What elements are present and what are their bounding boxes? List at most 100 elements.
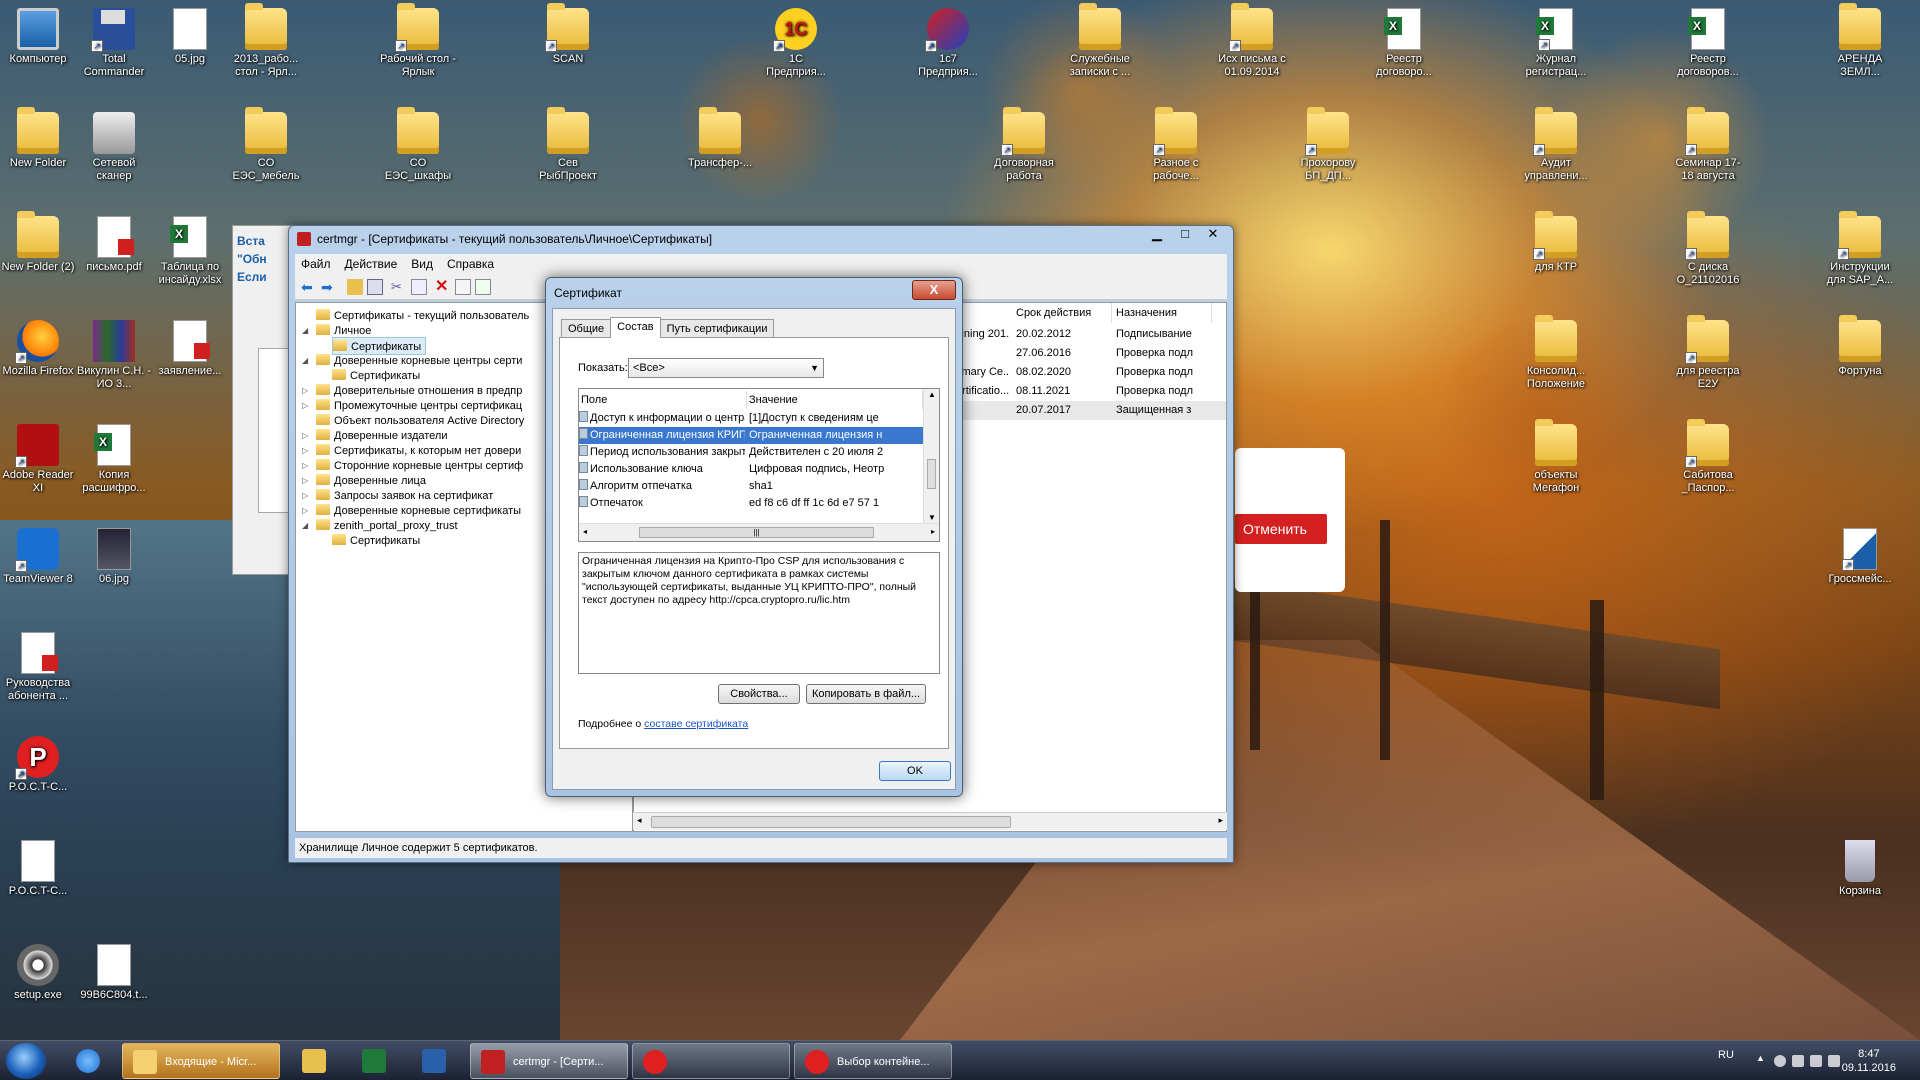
desktop-icon-rost-1[interactable]: P ↗ P.O.C.T-C...	[0, 736, 76, 794]
menu-view[interactable]: Вид	[411, 254, 433, 274]
scroll-up-icon[interactable]: ▲	[928, 390, 936, 399]
desktop-icon-transfer[interactable]: Трансфер-...	[682, 107, 758, 170]
desktop-icon-rost-2[interactable]: P.O.C.T-C...	[0, 840, 76, 898]
desktop-icon-prohorovu[interactable]: ↗ Прохорову БП_ДП...	[1290, 107, 1366, 183]
tab-certification-path[interactable]: Путь сертификации	[659, 319, 775, 337]
desktop-icon-insider-table[interactable]: Таблица по инсайду.xlsx	[152, 216, 228, 287]
desktop-icon-reestr-dogovorov-1[interactable]: Реестр договоро...	[1366, 8, 1442, 79]
desktop-icon-rukovodstva[interactable]: Руководства абонента ...	[0, 632, 76, 703]
desktop-icon-pismo-pdf[interactable]: письмо.pdf	[76, 216, 152, 274]
list-item[interactable]: Доступ к информации о центрах се...[1]До…	[579, 410, 923, 427]
copy-to-file-button[interactable]: Копировать в файл...	[806, 684, 926, 704]
desktop-icon-new-folder-2[interactable]: New Folder (2)	[0, 211, 76, 274]
desktop-icon-dlya-ktr[interactable]: ↗ для КТР	[1518, 211, 1594, 274]
scrollbar-thumb[interactable]: |||	[639, 527, 874, 538]
certificate-details-link[interactable]: составе сертификата	[644, 718, 748, 730]
scrollbar-thumb[interactable]	[927, 459, 936, 489]
tree-item-zenith-certificates[interactable]: Сертификаты	[332, 532, 420, 550]
desktop-icon-vikulin-archive[interactable]: Викулин С.Н. - ИО 3...	[76, 320, 152, 391]
desktop-icon-total-commander[interactable]: ↗ Total Commander	[76, 8, 152, 79]
export-icon[interactable]	[475, 279, 491, 295]
grid-vertical-scrollbar[interactable]: ▲ ▼	[923, 389, 939, 523]
volume-icon[interactable]	[1828, 1055, 1840, 1067]
tray-expand-icon[interactable]: ▲	[1756, 1053, 1765, 1063]
taskbar-rost-app[interactable]	[632, 1043, 790, 1079]
flag-icon[interactable]	[1792, 1055, 1804, 1067]
taskbar-excel[interactable]	[346, 1043, 404, 1079]
taskbar-certmgr[interactable]: certmgr - [Серти...	[470, 1043, 628, 1079]
desktop-icon-2013-rabochiy[interactable]: 2013_рабо... стол - Ярл...	[228, 3, 304, 79]
menu-file[interactable]: Файл	[301, 254, 331, 274]
cut-icon[interactable]: ✂	[391, 279, 407, 295]
scroll-left-icon[interactable]: ◂	[637, 815, 642, 826]
desktop-icon-1c[interactable]: 1С ↗ 1С Предприя...	[758, 8, 834, 79]
clock[interactable]: 8:47 09.11.2016	[1842, 1047, 1896, 1075]
forward-icon[interactable]: ➡	[321, 279, 337, 295]
column-header-purpose[interactable]: Назначения	[1112, 303, 1212, 323]
desktop-icon-sabitova[interactable]: ↗ Сабитова _Паспор...	[1670, 419, 1746, 495]
desktop-icon-sluzhebnye[interactable]: Служебные записки с ...	[1062, 3, 1138, 79]
list-horizontal-scrollbar[interactable]: ◂ ▸	[633, 812, 1227, 830]
menu-action[interactable]: Действие	[345, 254, 398, 274]
desktop-icon-konsolid[interactable]: Консолид... Положение	[1518, 315, 1594, 391]
desktop-icon-dlya-reestra[interactable]: ↗ для реестра E2У	[1670, 315, 1746, 391]
desktop-icon-raznoe[interactable]: ↗ Разное с рабоче...	[1138, 107, 1214, 183]
grid-horizontal-scrollbar[interactable]: ◂ ||| ▸	[579, 523, 939, 541]
list-item[interactable]: Использование ключа Цифровая подпись, Нео…	[579, 461, 923, 478]
desktop-icon-rabochiy-stol[interactable]: ↗ Рабочий стол - Ярлык	[380, 3, 456, 79]
desktop-icon-computer[interactable]: Компьютер	[0, 8, 76, 66]
desktop-icon-co-mebel[interactable]: CO ЕЭС_мебель	[228, 107, 304, 183]
desktop-icon-06jpg[interactable]: 06.jpg	[76, 528, 152, 586]
list-item[interactable]: Период использования закрытого ...Действ…	[579, 444, 923, 461]
desktop-icon-arenda[interactable]: АРЕНДА ЗЕМЛ...	[1822, 3, 1898, 79]
language-indicator[interactable]: RU	[1718, 1049, 1734, 1061]
desktop-icon-new-folder[interactable]: New Folder	[0, 107, 76, 170]
desktop-icon-network-scanner[interactable]: Сетевой сканер	[76, 112, 152, 183]
desktop-icon-zhurnal[interactable]: ↗Журнал регистрац...	[1518, 8, 1594, 79]
certmgr-titlebar[interactable]: certmgr - [Сертификаты - текущий пользов…	[289, 226, 1233, 252]
show-hide-tree-icon[interactable]	[367, 279, 383, 295]
list-item-selected[interactable]: Ограниченная лицензия КРИПТО-П...Огранич…	[579, 427, 923, 444]
desktop-icon-firefox[interactable]: ↗ Mozilla Firefox	[0, 320, 76, 378]
desktop-icon-ish-pisma[interactable]: ↗ Исх письма с 01.09.2014	[1214, 3, 1290, 79]
properties-icon[interactable]	[455, 279, 471, 295]
desktop-icon-scan[interactable]: ↗ SCAN	[530, 3, 606, 66]
copy-icon[interactable]	[411, 279, 427, 295]
network-icon[interactable]	[1810, 1055, 1822, 1067]
desktop-icon-05jpg[interactable]: 05.jpg	[152, 8, 228, 66]
scroll-down-icon[interactable]: ▼	[928, 513, 936, 522]
properties-button[interactable]: Свойства...	[718, 684, 800, 704]
taskbar-container-select[interactable]: Выбор контейне...	[794, 1043, 952, 1079]
cancel-button[interactable]: Отменить	[1235, 514, 1327, 544]
desktop-icon-zayavlenie[interactable]: заявление...	[152, 320, 228, 378]
desktop-icon-adobe-reader[interactable]: ↗ Adobe Reader XI	[0, 424, 76, 495]
field-value-text[interactable]: Ограниченная лицензия на Крипто-Про CSP …	[578, 552, 940, 674]
desktop-icon-co-shkafy[interactable]: CO ЕЭС_шкафы	[380, 107, 456, 183]
expanded-arrow-icon[interactable]: ◢	[302, 352, 308, 370]
certificate-dialog-title[interactable]: Сертификат	[546, 278, 962, 306]
desktop-icon-99b6c804[interactable]: 99B6C804.t...	[76, 944, 152, 1002]
expanded-arrow-icon[interactable]: ◢	[302, 517, 308, 535]
scroll-right-icon[interactable]: ▸	[931, 527, 935, 536]
desktop-icon-kopiya-rasshifrovki[interactable]: Копия расшифро...	[76, 424, 152, 495]
scroll-left-icon[interactable]: ◂	[583, 527, 587, 536]
desktop-icon-1c7[interactable]: ↗ 1с7 Предприя...	[910, 8, 986, 79]
desktop-icon-teamviewer[interactable]: ↗ TeamViewer 8	[0, 528, 76, 586]
column-header-field[interactable]: Поле	[579, 391, 747, 409]
desktop-icon-dogovornaya[interactable]: ↗ Договорная работа	[986, 107, 1062, 183]
desktop-icon-s-diska[interactable]: ↗ С диска O_21102016	[1670, 211, 1746, 287]
list-item[interactable]: Алгоритм отпечатка sha1	[579, 478, 923, 495]
taskbar-word[interactable]	[406, 1043, 464, 1079]
desktop-icon-sev-rybproekt[interactable]: Сев РыбПроект	[530, 107, 606, 183]
menu-help[interactable]: Справка	[447, 254, 494, 274]
desktop-icon-seminar[interactable]: ↗ Семинар 17-18 августа	[1670, 107, 1746, 183]
ok-button[interactable]: OK	[879, 761, 951, 781]
delete-icon[interactable]: ✕	[435, 279, 451, 295]
expanded-arrow-icon[interactable]: ◢	[302, 322, 308, 340]
start-button[interactable]	[6, 1043, 46, 1079]
desktop-icon-recycle-bin[interactable]: Корзина	[1822, 840, 1898, 898]
desktop-icon-setup-exe[interactable]: setup.exe	[0, 944, 76, 1002]
column-header-value[interactable]: Значение	[747, 391, 923, 409]
up-folder-icon[interactable]	[347, 279, 363, 295]
collapsed-arrow-icon[interactable]: ▷	[302, 397, 308, 415]
